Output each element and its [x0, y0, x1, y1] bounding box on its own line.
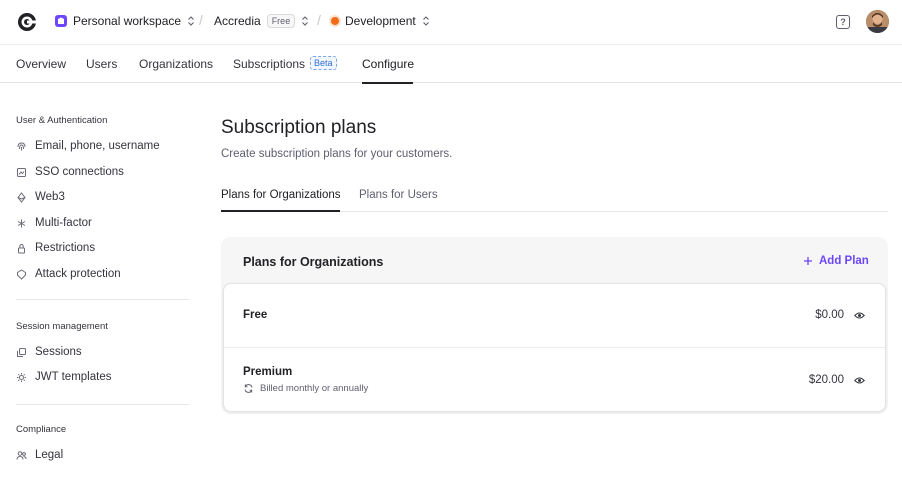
sidebar-item-label: Web3: [35, 191, 65, 203]
refresh-icon: [244, 384, 253, 393]
sidebar-item-restrictions[interactable]: Restrictions: [16, 242, 95, 254]
workspace-icon: [55, 15, 67, 27]
sidebar-item-jwt-templates[interactable]: JWT templates: [16, 371, 111, 383]
tab-overview[interactable]: Overview: [16, 57, 66, 71]
plan-row-divider: [224, 347, 885, 348]
tab-plans-for-users[interactable]: Plans for Users: [359, 189, 438, 201]
application-switcher[interactable]: Accredia Free: [214, 14, 309, 28]
sidebar-item-label: Multi-factor: [35, 217, 92, 229]
beta-badge: Beta: [310, 56, 337, 70]
sidebar-divider: [16, 299, 189, 300]
chevron-updown-icon: [302, 16, 309, 26]
chevron-updown-icon: [188, 16, 194, 26]
active-tab-indicator: [362, 82, 413, 84]
top-bar: Personal workspace / Accredia Free / Dev…: [0, 0, 902, 44]
application-name: Accredia: [214, 14, 261, 28]
sidebar-item-sso-connections[interactable]: SSO connections: [16, 166, 124, 178]
help-icon[interactable]: ?: [836, 15, 850, 29]
sidebar-item-label: JWT templates: [35, 371, 112, 383]
plus-icon: [804, 257, 812, 265]
sidebar-section-heading: Compliance: [16, 424, 67, 435]
environment-switcher[interactable]: Development: [331, 14, 430, 28]
tab-subscriptions[interactable]: Subscriptions: [233, 57, 305, 71]
sidebar-section-heading: User & Authentication: [16, 115, 108, 126]
add-plan-button[interactable]: Add Plan: [803, 255, 869, 267]
tab-organizations[interactable]: Organizations: [139, 57, 213, 71]
page-subtitle: Create subscription plans for your custo…: [221, 148, 453, 160]
chevron-updown-icon: [422, 16, 429, 26]
sidebar-item-label: Legal: [35, 449, 64, 461]
sidebar-item-attack-protection[interactable]: Attack protection: [16, 268, 121, 280]
sidebar-section-heading: Session management: [16, 321, 108, 332]
sidebar-item-label: Attack protection: [35, 268, 121, 280]
asterisk-icon: [16, 218, 27, 229]
environment-name: Development: [345, 14, 416, 28]
gear-icon: [16, 372, 27, 383]
sidebar-divider: [16, 404, 189, 405]
sidebar-item-label: SSO connections: [35, 166, 124, 178]
sidebar-item-label: Email, phone, username: [35, 140, 160, 152]
lock-icon: [16, 243, 27, 254]
sidebar-item-legal[interactable]: Legal: [16, 449, 63, 461]
workspace-name: Personal workspace: [73, 14, 182, 28]
breadcrumb-separator: /: [199, 12, 203, 28]
plan-badge: Free: [266, 14, 296, 28]
tab-users[interactable]: Users: [86, 57, 117, 71]
breadcrumb-separator: /: [317, 12, 321, 28]
plan-price: $20.00: [808, 374, 844, 386]
active-tab-indicator: [221, 210, 340, 212]
sidebar-item-sessions[interactable]: Sessions: [16, 346, 82, 358]
plan-billing-info: Billed monthly or annually: [243, 383, 368, 394]
app-logo-icon[interactable]: [17, 12, 37, 32]
sidebar-item-label: Sessions: [35, 346, 82, 358]
plan-name[interactable]: Free: [243, 309, 267, 321]
web3-icon: [16, 191, 27, 203]
users-icon: [16, 450, 27, 461]
environment-status-dot: [331, 17, 339, 25]
tab-plans-for-organizations[interactable]: Plans for Organizations: [221, 189, 341, 201]
sso-icon: [16, 167, 27, 178]
sidebar-item-label: Restrictions: [35, 242, 96, 254]
eye-icon[interactable]: [854, 375, 865, 386]
tab-configure[interactable]: Configure: [362, 57, 414, 71]
eye-icon[interactable]: [854, 310, 865, 321]
page-title: Subscription plans: [221, 117, 377, 138]
plan-price: $0.00: [815, 309, 844, 321]
sidebar-item-web3[interactable]: Web3: [16, 191, 65, 203]
plans-card-title: Plans for Organizations: [243, 255, 384, 269]
plan-billing-text: Billed monthly or annually: [260, 383, 369, 394]
user-avatar[interactable]: [866, 10, 889, 33]
main-nav: Overview Users Organizations Subscriptio…: [0, 44, 902, 84]
shield-icon: [16, 268, 27, 280]
fingerprint-icon: [16, 141, 27, 152]
sidebar-item-email-phone-username[interactable]: Email, phone, username: [16, 140, 160, 152]
sidebar-item-multi-factor[interactable]: Multi-factor: [16, 217, 92, 229]
add-plan-label: Add Plan: [819, 255, 869, 267]
plan-name[interactable]: Premium: [243, 366, 292, 378]
sessions-icon: [16, 347, 27, 358]
workspace-switcher[interactable]: Personal workspace: [55, 14, 195, 28]
